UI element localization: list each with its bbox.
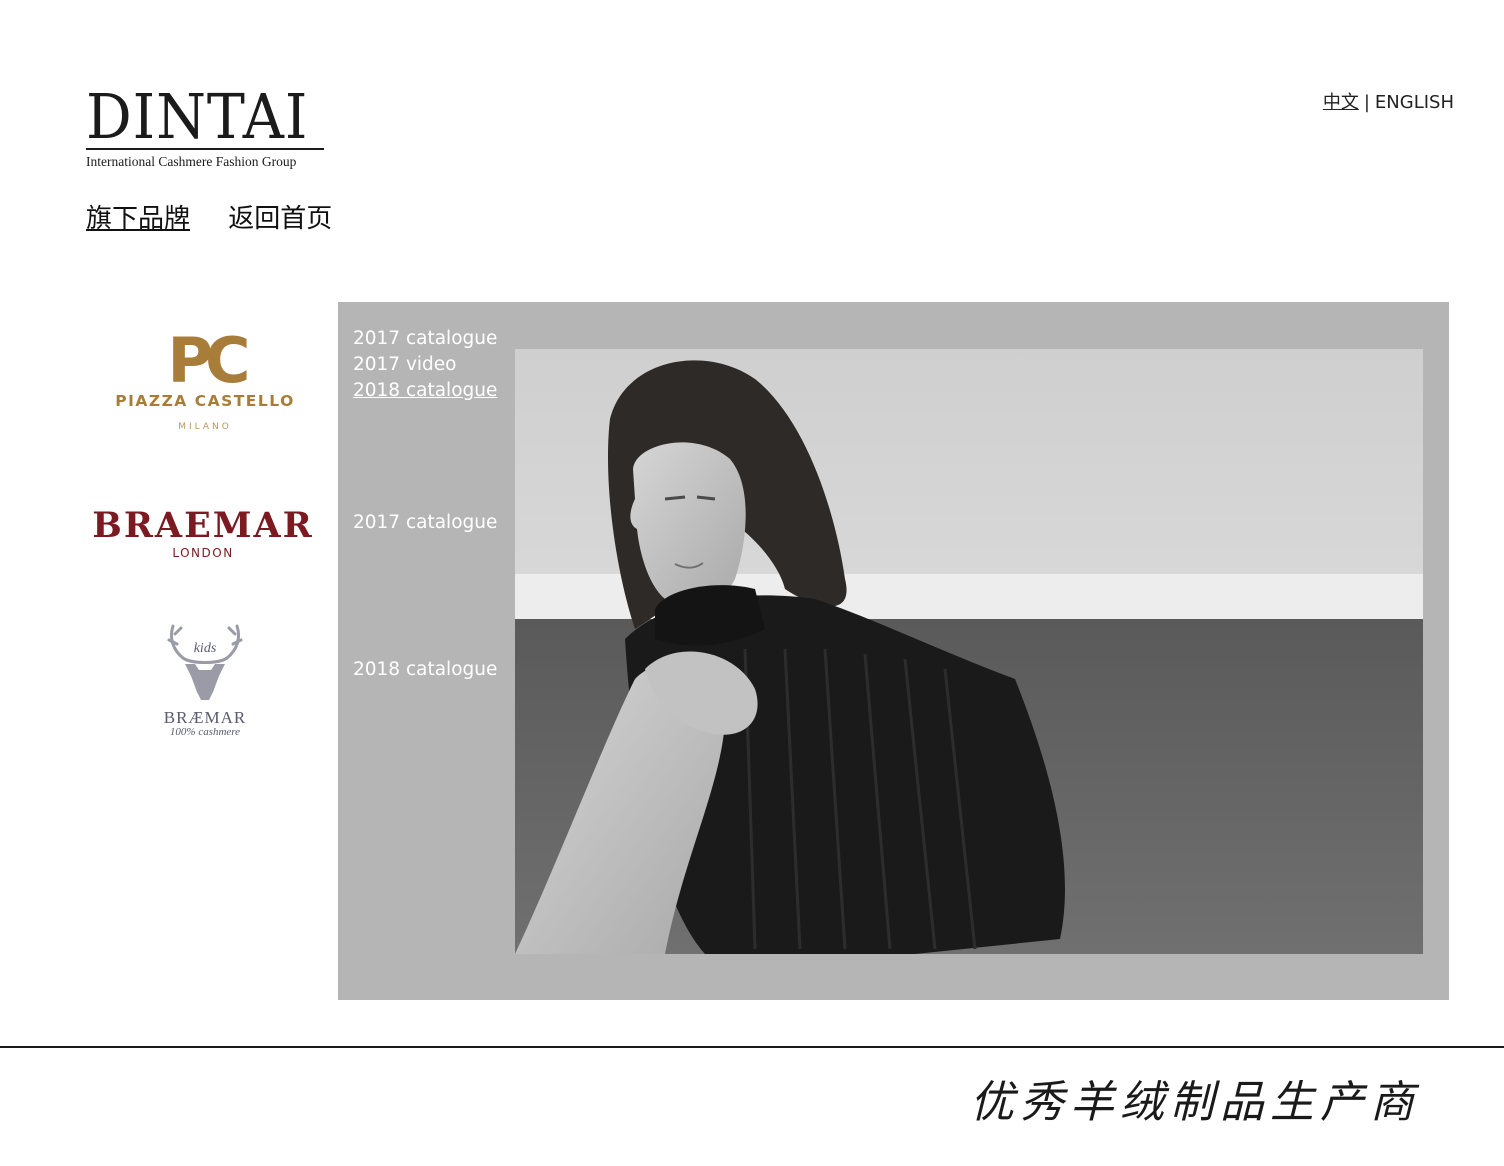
kids-brand-name: BRÆMAR bbox=[163, 708, 247, 727]
dintai-logo[interactable]: DINTAI International Cashmere Fashion Gr… bbox=[86, 80, 331, 170]
piazza-city: MILANO bbox=[178, 422, 232, 432]
braemar-city: LONDON bbox=[172, 546, 234, 560]
piazza-2017-video-link[interactable]: 2017 video bbox=[353, 352, 497, 378]
lang-english-link[interactable]: ENGLISH bbox=[1375, 92, 1454, 113]
kids-2018-catalogue-link[interactable]: 2018 catalogue bbox=[353, 657, 497, 683]
nav-brands-link[interactable]: 旗下品牌 bbox=[86, 204, 190, 234]
catalogue-panel: 2017 catalogue 2017 video 2018 catalogue… bbox=[338, 302, 1449, 1000]
lang-chinese-link[interactable]: 中文 bbox=[1323, 92, 1359, 113]
footer-slogan: 优秀羊绒制品生产商 bbox=[970, 1077, 1420, 1128]
fashion-photo bbox=[515, 349, 1423, 954]
piazza-name: PIAZZA CASTELLO bbox=[115, 392, 295, 410]
brand-braemar-kids-logo[interactable]: kids BRÆMAR 100% cashmere bbox=[150, 620, 260, 738]
nav-home-link[interactable]: 返回首页 bbox=[228, 204, 332, 234]
kids-links: 2018 catalogue bbox=[353, 657, 497, 683]
braemar-name: BRAEMAR bbox=[92, 505, 314, 546]
logo-tagline: International Cashmere Fashion Group bbox=[86, 154, 297, 169]
piazza-2017-catalogue-link[interactable]: 2017 catalogue bbox=[353, 326, 497, 352]
braemar-links: 2017 catalogue bbox=[353, 510, 497, 536]
language-switcher: 中文 | ENGLISH bbox=[1323, 88, 1454, 114]
footer-divider bbox=[0, 1046, 1504, 1048]
kids-badge: kids bbox=[194, 641, 217, 656]
brand-braemar-logo[interactable]: BRAEMAR LONDON bbox=[86, 505, 320, 561]
logo-wordmark: DINTAI bbox=[86, 80, 309, 153]
brand-piazza-castello-logo[interactable]: PC PIAZZA CASTELLO MILANO bbox=[110, 324, 300, 433]
deer-icon: kids bbox=[167, 624, 243, 700]
braemar-2017-catalogue-link[interactable]: 2017 catalogue bbox=[353, 510, 497, 536]
lang-separator: | bbox=[1363, 92, 1370, 113]
piazza-links: 2017 catalogue 2017 video 2018 catalogue bbox=[353, 326, 497, 404]
piazza-monogram: PC bbox=[167, 324, 251, 397]
top-nav: 旗下品牌 返回首页 bbox=[86, 198, 362, 235]
piazza-2018-catalogue-link[interactable]: 2018 catalogue bbox=[353, 378, 497, 404]
